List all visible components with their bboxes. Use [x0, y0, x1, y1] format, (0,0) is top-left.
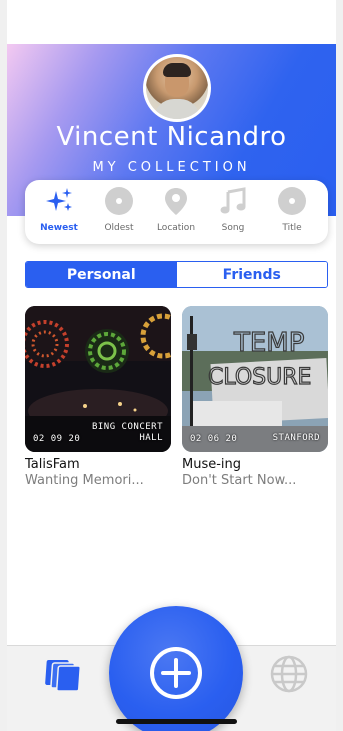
memory-title: TalisFam — [25, 457, 80, 472]
filter-newest[interactable]: Newest — [34, 186, 84, 240]
filter-newest-label: Newest — [40, 223, 78, 233]
memory-card[interactable]: 02 09 20 BING CONCERT HALL TalisFam Want… — [25, 306, 171, 488]
sparkles-icon — [46, 188, 72, 211]
music-note-icon — [220, 187, 246, 214]
plus-icon — [150, 647, 202, 699]
globe-icon[interactable] — [270, 655, 308, 693]
street-photo: TEMP CLOSURE — [182, 306, 328, 452]
svg-text:TEMP: TEMP — [233, 328, 304, 358]
filter-song-label: Song — [221, 223, 245, 233]
memory-card[interactable]: TEMP CLOSURE 02 06 20 STANFORD Muse-ing … — [182, 306, 328, 488]
memory-location-line1: BING CONCERT — [91, 422, 163, 432]
memory-thumbnail[interactable]: 02 09 20 BING CONCERT HALL — [25, 306, 171, 452]
sort-filter-bar: Newest Oldest Location Song Title — [25, 180, 328, 244]
home-indicator[interactable] — [116, 719, 237, 724]
avatar-photo — [146, 57, 208, 119]
filter-song[interactable]: Song — [208, 186, 258, 240]
collection-toggle: Personal Friends — [25, 261, 328, 288]
memory-song: Wanting Memori... — [25, 473, 144, 488]
filter-oldest-label: Oldest — [104, 223, 134, 233]
tab-personal[interactable]: Personal — [26, 262, 177, 287]
collection-icon[interactable] — [45, 657, 85, 693]
map-pin-icon — [165, 188, 187, 215]
memory-title: Muse-ing — [182, 457, 242, 472]
tab-friends[interactable]: Friends — [176, 262, 327, 287]
filter-title[interactable]: Title — [267, 186, 317, 240]
memory-location: BING CONCERT HALL — [92, 422, 163, 444]
add-memory-button[interactable] — [109, 606, 243, 731]
filter-location[interactable]: Location — [151, 186, 201, 240]
collection-subtitle: MY COLLECTION — [92, 160, 251, 175]
avatar[interactable] — [143, 54, 211, 122]
filter-title-label: Title — [282, 223, 302, 233]
right-edge — [336, 0, 343, 731]
filter-oldest[interactable]: Oldest — [94, 186, 144, 240]
disc-icon — [278, 187, 306, 215]
svg-text:CLOSURE: CLOSURE — [208, 365, 311, 390]
memory-thumbnail[interactable]: TEMP CLOSURE 02 06 20 STANFORD — [182, 306, 328, 452]
memory-date: 02 09 20 — [33, 434, 81, 444]
left-edge — [0, 0, 7, 731]
profile-name: Vincent Nicandro — [56, 122, 287, 152]
memory-date: 02 06 20 — [190, 434, 238, 444]
memory-location-line1: STANFORD — [272, 433, 320, 443]
filter-location-label: Location — [156, 223, 196, 233]
memory-location: STANFORD — [273, 433, 320, 444]
disc-icon — [105, 187, 133, 215]
memory-song: Don't Start Now... — [182, 473, 297, 488]
memory-location-line2: HALL — [139, 433, 163, 443]
